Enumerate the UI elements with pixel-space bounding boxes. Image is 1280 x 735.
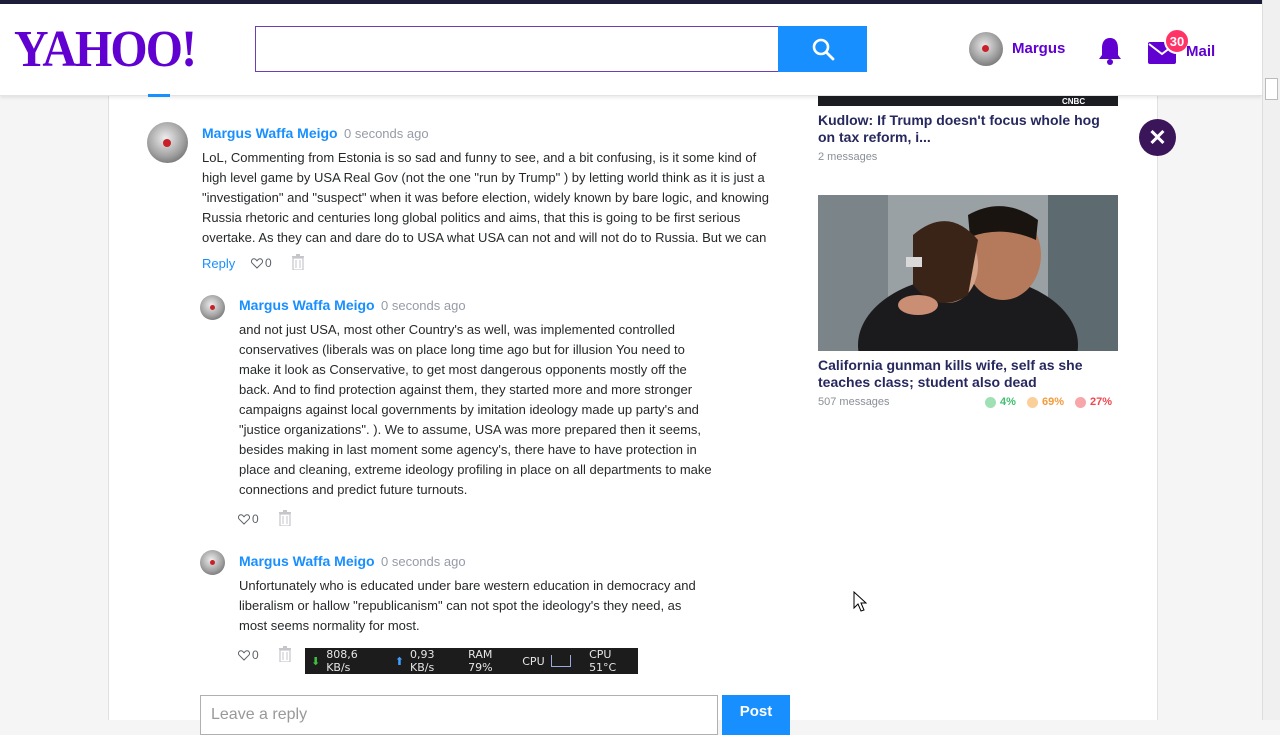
- like-button[interactable]: 0: [251, 256, 272, 270]
- comment-avatar[interactable]: [200, 295, 225, 320]
- search-icon: [812, 38, 834, 61]
- download-arrow-icon: ⬇: [311, 654, 321, 668]
- comment-avatar[interactable]: [200, 550, 225, 575]
- comment-time: 0 seconds ago: [381, 554, 466, 569]
- reaction-sad-value: 27%: [1090, 396, 1113, 408]
- heart-icon: [238, 513, 250, 525]
- like-count: 0: [252, 512, 259, 526]
- heart-icon: [238, 649, 250, 661]
- reply-input[interactable]: Leave a reply: [200, 695, 718, 735]
- comment-text: LoL, Commenting from Estonia is so sad a…: [202, 150, 769, 245]
- upload-speed: 0,93 KB/s: [410, 648, 435, 674]
- active-tab-indicator: [148, 94, 170, 97]
- comment-author[interactable]: Margus Waffa Meigo: [239, 297, 375, 313]
- download-speed: 808,6 KB/s: [326, 648, 358, 674]
- cpu-label: CPU: [522, 654, 545, 668]
- trash-icon[interactable]: [278, 510, 292, 526]
- like-count: 0: [252, 648, 259, 662]
- cpu-temp: CPU 51°C: [589, 648, 617, 674]
- trash-icon[interactable]: [291, 254, 305, 270]
- story-title[interactable]: California gunman kills wife, self as sh…: [818, 357, 1118, 391]
- comment-time: 0 seconds ago: [381, 298, 466, 313]
- heart-icon: [251, 257, 263, 269]
- neutral-face-icon: [1027, 396, 1038, 408]
- reaction-sad: 27%: [1075, 396, 1112, 408]
- mail-link[interactable]: Mail: [1186, 43, 1215, 60]
- comment-avatar[interactable]: [147, 122, 188, 163]
- reaction-happy-value: 4%: [1000, 396, 1016, 408]
- comment-text: and not just USA, most other Country's a…: [239, 322, 712, 497]
- bell-icon[interactable]: [1097, 36, 1123, 66]
- comment-text: Unfortunately who is educated under bare…: [239, 578, 696, 633]
- cpu-graph: [550, 655, 572, 667]
- reaction-neutral-value: 69%: [1042, 396, 1065, 408]
- trash-icon[interactable]: [278, 646, 292, 662]
- user-name[interactable]: Margus: [1012, 40, 1065, 57]
- story-message-count: 2 messages: [818, 151, 878, 163]
- reply-button[interactable]: Reply: [202, 256, 235, 271]
- search-input[interactable]: [255, 26, 779, 72]
- story-title[interactable]: Kudlow: If Trump doesn't focus whole hog…: [818, 112, 1118, 146]
- close-button[interactable]: ✕: [1139, 119, 1176, 156]
- comment-author[interactable]: Margus Waffa Meigo: [239, 553, 375, 569]
- yahoo-logo[interactable]: YAHOO!: [14, 20, 197, 79]
- reaction-neutral: 69%: [1027, 396, 1064, 408]
- user-avatar[interactable]: [969, 32, 1003, 66]
- like-button[interactable]: 0: [238, 648, 259, 662]
- happy-face-icon: [985, 396, 996, 408]
- system-monitor-bar: ⬇ 808,6 KB/s ⬆ 0,93 KB/s RAM 79% CPU CPU…: [305, 648, 638, 674]
- page-scrollbar[interactable]: [1262, 0, 1280, 720]
- like-count: 0: [265, 256, 272, 270]
- like-button[interactable]: 0: [238, 512, 259, 526]
- scroll-thumb[interactable]: [1265, 78, 1278, 100]
- comment-author[interactable]: Margus Waffa Meigo: [202, 125, 338, 141]
- header: YAHOO! Margus 30 Mail: [0, 4, 1262, 96]
- upload-arrow-icon: ⬆: [394, 654, 405, 668]
- story-message-count: 507 messages: [818, 396, 890, 408]
- story-photo[interactable]: [818, 195, 1118, 351]
- search-button[interactable]: [778, 26, 867, 72]
- post-button[interactable]: Post: [722, 695, 790, 735]
- cnbc-badge: CNBC: [1062, 97, 1086, 106]
- sad-face-icon: [1075, 396, 1086, 408]
- close-icon: ✕: [1148, 124, 1167, 150]
- comment-time: 0 seconds ago: [344, 126, 429, 141]
- ram-usage: RAM 79%: [468, 648, 493, 674]
- reaction-happy: 4%: [985, 396, 1016, 408]
- mouse-cursor-icon: [853, 591, 867, 612]
